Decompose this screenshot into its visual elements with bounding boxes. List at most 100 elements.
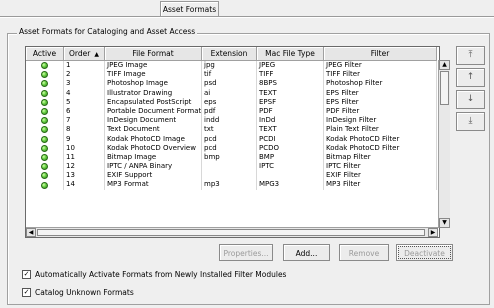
cell-order: 6	[64, 106, 105, 117]
scroll-down-arrow-icon[interactable]: ▼	[439, 218, 450, 228]
scroll-right-arrow-icon[interactable]: ▶	[428, 228, 438, 237]
table-row[interactable]: 4 Illustrator Drawing ai TEXT EPS Filter	[26, 88, 437, 98]
auto-activate-label: Automatically Activate Formats from Newl…	[35, 270, 287, 279]
cell-active[interactable]	[26, 125, 64, 135]
table-row[interactable]: 8 Text Document txt TEXT Plain Text Filter	[26, 125, 437, 135]
catalog-unknown-option[interactable]: ✓ Catalog Unknown Formats	[22, 288, 134, 297]
scroll-left-arrow-icon[interactable]: ◀	[26, 228, 36, 237]
move-down-button[interactable]: ↓	[456, 90, 485, 109]
cell-active[interactable]	[26, 143, 64, 153]
active-status-icon[interactable]	[41, 135, 48, 143]
cell-active[interactable]	[26, 106, 64, 117]
cell-active[interactable]	[26, 180, 64, 190]
column-header-extension[interactable]: Extension	[202, 47, 257, 61]
cell-order: 9	[64, 134, 105, 144]
horizontal-scrollbar[interactable]: ◀ ▶	[26, 227, 438, 237]
table-row[interactable]: 3 Photoshop Image psd 8BPS Photoshop Filter	[26, 79, 437, 89]
cell-order: 4	[64, 88, 105, 98]
table-row[interactable]: 9 Kodak PhotoCD Image pcd PCDI Kodak PhotoCD…	[26, 134, 437, 144]
active-status-icon[interactable]	[41, 71, 48, 79]
cell-active[interactable]	[26, 152, 64, 163]
properties-button[interactable]: Properties...	[219, 244, 273, 261]
move-to-top-button[interactable]: ⤒	[456, 46, 485, 65]
active-status-icon[interactable]	[41, 144, 48, 152]
cell-mac-file-type: TEXT	[257, 88, 324, 98]
active-status-icon[interactable]	[41, 89, 48, 97]
active-status-icon[interactable]	[41, 172, 48, 180]
cell-mac-file-type: PDF	[257, 106, 324, 117]
cell-filter: Plain Text Filter	[324, 125, 437, 135]
cell-active[interactable]	[26, 70, 64, 80]
cell-order: 10	[64, 143, 105, 153]
active-status-icon[interactable]	[41, 62, 48, 70]
cell-extension: jpg	[202, 61, 257, 71]
table-header: Active Order ▲ File Format Extension Mac …	[26, 47, 437, 61]
move-up-button[interactable]: ↑	[456, 68, 485, 87]
vertical-scrollbar[interactable]: ▲ ▼	[438, 60, 450, 228]
tab-divider-highlight	[0, 17, 494, 18]
column-header-order-label: Order	[69, 49, 91, 58]
asset-formats-table: Active Order ▲ File Format Extension Mac …	[25, 46, 440, 238]
tab-asset-formats[interactable]: Asset Formats	[160, 1, 219, 17]
column-header-active[interactable]: Active	[26, 47, 64, 61]
table-row[interactable]: 5 Encapsulated PostScript eps EPSF EPS Filte…	[26, 97, 437, 107]
cell-filter: Kodak PhotoCD Filter	[324, 134, 437, 144]
cell-extension	[202, 162, 257, 172]
column-header-mac-file-type[interactable]: Mac File Type	[257, 47, 324, 61]
cell-file-format: IPTC / ANPA Binary	[105, 162, 202, 172]
active-status-icon[interactable]	[41, 80, 48, 88]
cell-active[interactable]	[26, 171, 64, 181]
cell-active[interactable]	[26, 162, 64, 172]
cell-order: 3	[64, 79, 105, 89]
auto-activate-option[interactable]: ✓ Automatically Activate Formats from Ne…	[22, 270, 286, 279]
active-status-icon[interactable]	[41, 117, 48, 125]
sort-ascending-icon: ▲	[94, 51, 99, 58]
auto-activate-checkbox[interactable]: ✓	[22, 270, 31, 279]
table-row[interactable]: 7 InDesign Document indd InDd InDesign Filte…	[26, 116, 437, 126]
catalog-unknown-checkbox[interactable]: ✓	[22, 288, 31, 297]
table-row[interactable]: 11 Bitmap Image bmp BMP Bitmap Filter	[26, 152, 437, 163]
move-to-bottom-button[interactable]: ⤓	[456, 112, 485, 131]
move-to-bottom-icon: ⤓	[468, 116, 473, 126]
cell-file-format: MP3 Format	[105, 180, 202, 190]
cell-active[interactable]	[26, 116, 64, 126]
move-up-icon: ↑	[466, 72, 475, 82]
cell-file-format: TIFF Image	[105, 70, 202, 80]
cell-active[interactable]	[26, 134, 64, 144]
column-header-file-format[interactable]: File Format	[105, 47, 202, 61]
deactivate-button[interactable]: Deactivate	[396, 244, 453, 261]
cell-file-format: Portable Document Format	[107, 106, 202, 117]
remove-button[interactable]: Remove	[339, 244, 389, 261]
vertical-scroll-thumb[interactable]	[440, 71, 449, 105]
table-row[interactable]: 10 Kodak PhotoCD Overview pcd PCDO Kodak Pho…	[26, 143, 437, 153]
cell-extension: indd	[202, 116, 257, 126]
scroll-up-arrow-icon[interactable]: ▲	[439, 60, 450, 70]
active-status-icon[interactable]	[41, 153, 48, 161]
cell-active[interactable]	[26, 79, 64, 89]
table-row[interactable]: 2 TIFF Image tif TIFF TIFF Filter	[26, 70, 437, 80]
column-header-filter[interactable]: Filter	[324, 47, 437, 61]
column-header-order[interactable]: Order ▲	[64, 47, 105, 61]
cell-active[interactable]	[26, 88, 64, 98]
cell-active[interactable]	[26, 97, 64, 107]
table-row[interactable]: 1 JPEG Image jpg JPEG JPEG Filter	[26, 61, 437, 71]
cell-mac-file-type: TEXT	[257, 125, 324, 135]
move-to-top-icon: ⤒	[468, 50, 473, 60]
horizontal-scroll-thumb[interactable]	[37, 229, 425, 236]
active-status-icon[interactable]	[41, 126, 48, 134]
active-status-icon[interactable]	[41, 163, 48, 171]
active-status-icon[interactable]	[41, 181, 48, 189]
active-status-icon[interactable]	[41, 108, 48, 116]
cell-active[interactable]	[26, 61, 64, 71]
cell-filter: Kodak PhotoCD Filter	[324, 143, 437, 153]
cell-mac-file-type: PCDI	[257, 134, 324, 144]
table-row[interactable]: 14 MP3 Format mp3 MPG3 MP3 Filter	[26, 180, 437, 190]
active-status-icon[interactable]	[41, 98, 48, 106]
add-button[interactable]: Add...	[283, 244, 330, 261]
table-row[interactable]: 6 Portable Document Format pdf PDF PDF Filte…	[26, 106, 437, 117]
cell-filter: Bitmap Filter	[324, 152, 437, 163]
table-row[interactable]: 13 EXIF Support EXIF Filter	[26, 171, 437, 181]
cell-filter: InDesign Filter	[324, 116, 437, 126]
table-row[interactable]: 12 IPTC / ANPA Binary IPTC IPTC Filter	[26, 162, 437, 172]
cell-mac-file-type: EPSF	[257, 97, 324, 107]
